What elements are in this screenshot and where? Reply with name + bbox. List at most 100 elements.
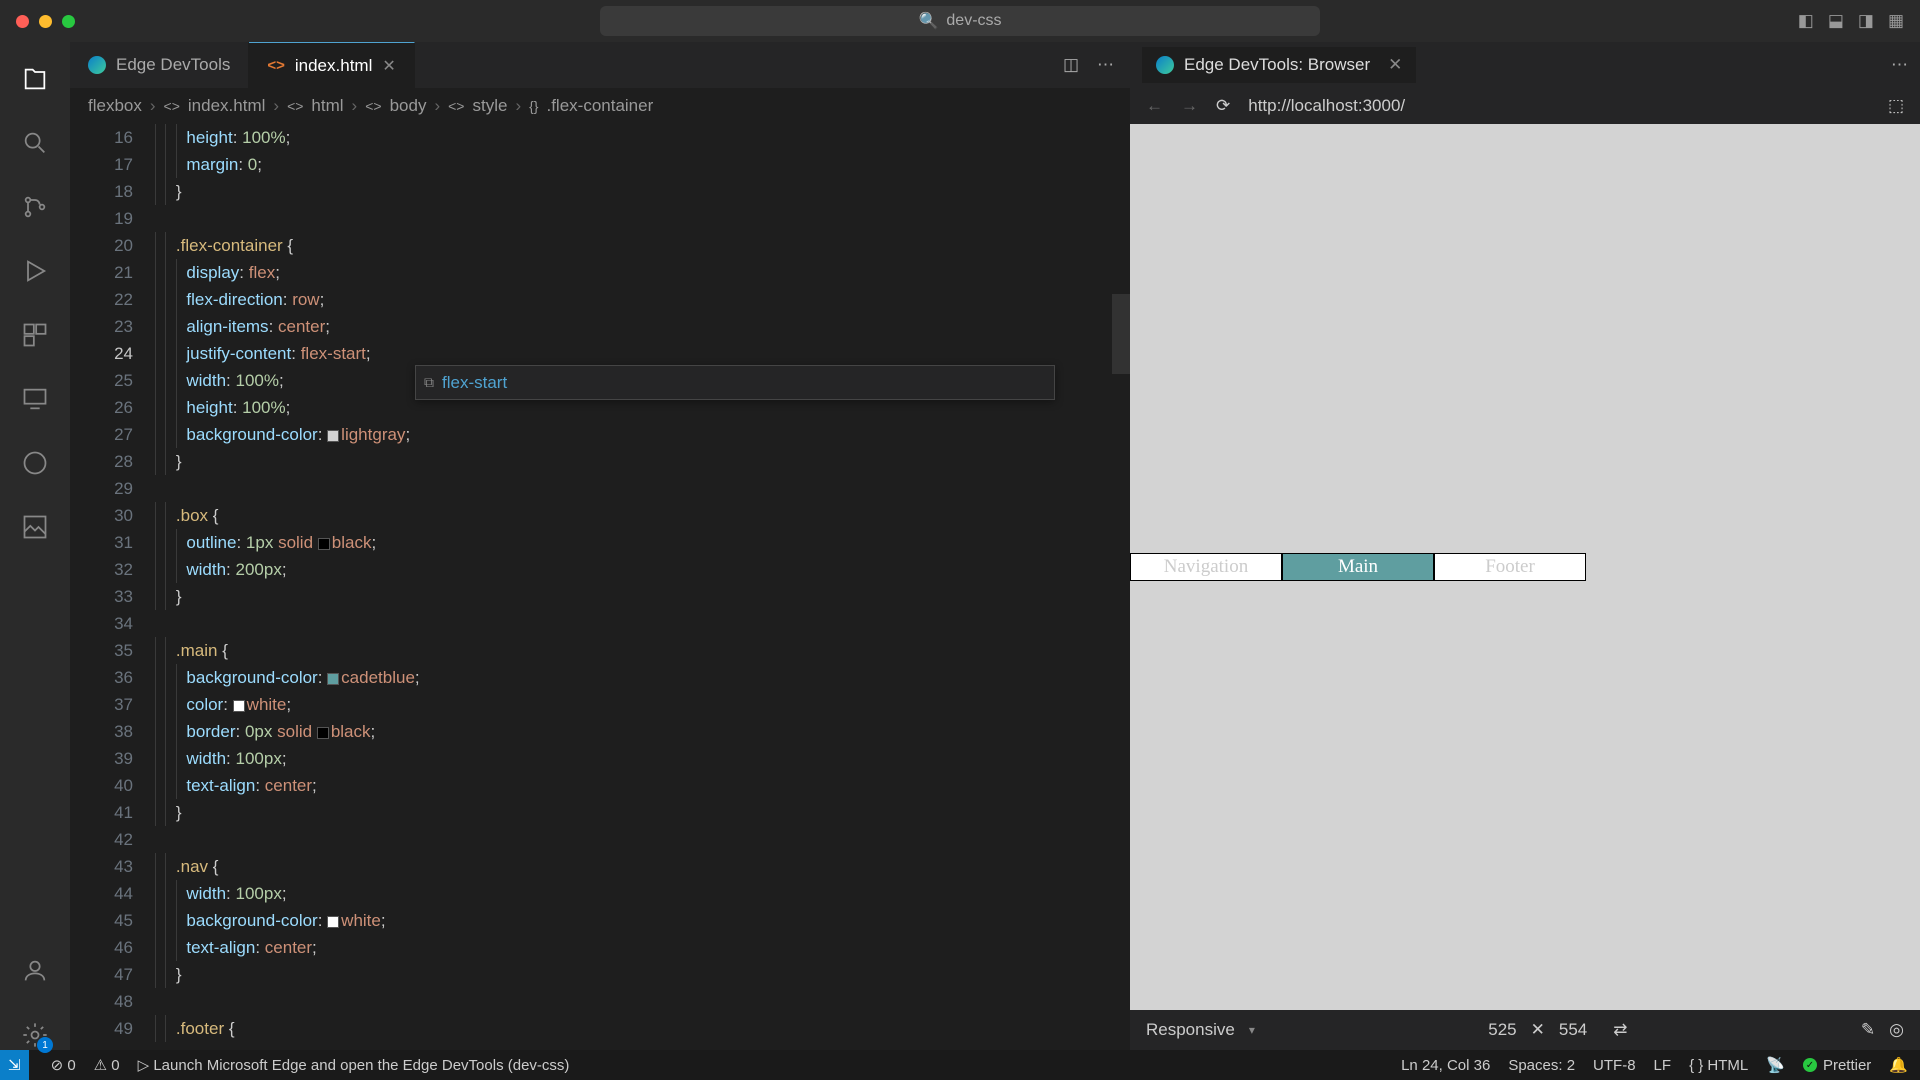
more-actions-icon[interactable]: ⋯ [1891,55,1908,75]
accounts-icon[interactable] [20,956,50,986]
code-line[interactable] [155,988,1130,1015]
notifications-icon[interactable]: 🔔 [1889,1056,1908,1074]
breadcrumb-item[interactable]: html [311,96,343,116]
edit-emulation-icon[interactable]: ✎ [1861,1020,1875,1040]
editor-tab[interactable]: <>index.html✕ [249,42,414,88]
code-line[interactable]: height: 100%; [155,124,1130,151]
encoding[interactable]: UTF-8 [1593,1057,1636,1074]
source-control-icon[interactable] [20,192,50,222]
code-line[interactable] [155,610,1130,637]
code-line[interactable]: display: flex; [155,259,1130,286]
code-line[interactable]: .flex-container { [155,232,1130,259]
code-line[interactable]: width: 200px; [155,556,1130,583]
code-line[interactable]: text-align: center; [155,772,1130,799]
toggle-secondary-sidebar-icon[interactable]: ◨ [1858,11,1874,31]
code-line[interactable]: align-items: center; [155,313,1130,340]
errors-count[interactable]: ⊘ 0 [51,1056,76,1074]
code-editor[interactable]: 1617181920212223242526272829303132333435… [70,124,1130,1050]
color-swatch[interactable] [327,916,339,928]
emulate-vision-icon[interactable]: ◎ [1889,1020,1904,1040]
color-swatch[interactable] [317,727,329,739]
command-center[interactable]: 🔍 dev-css [600,6,1320,36]
code-line[interactable]: } [155,799,1130,826]
more-actions-icon[interactable]: ⋯ [1097,55,1114,75]
breadcrumb-item[interactable]: flexbox [88,96,142,116]
warnings-count[interactable]: ⚠ 0 [94,1056,120,1074]
breadcrumb-item[interactable]: index.html [188,96,265,116]
code-line[interactable]: .footer { [155,1015,1130,1042]
launch-task[interactable]: ▷ Launch Microsoft Edge and open the Edg… [138,1056,570,1074]
rotate-icon[interactable]: ⇄ [1613,1020,1627,1040]
close-icon[interactable]: ✕ [1388,55,1402,75]
code-line[interactable]: .box { [155,502,1130,529]
browser-viewport[interactable]: Navigation Main Footer [1130,124,1920,1010]
minimize-window-icon[interactable] [39,15,52,28]
code-line[interactable]: outline: 1px solid black; [155,529,1130,556]
breadcrumb-item[interactable]: style [472,96,507,116]
language-mode[interactable]: { } HTML [1689,1057,1748,1074]
code-line[interactable]: background-color: white; [155,907,1130,934]
breadcrumb-item[interactable]: .flex-container [546,96,653,116]
code-line[interactable]: } [155,448,1130,475]
breadcrumb-item[interactable]: body [390,96,427,116]
close-icon[interactable]: ✕ [382,56,395,76]
editor-tab[interactable]: Edge DevTools [70,42,249,88]
maximize-window-icon[interactable] [62,15,75,28]
code-line[interactable]: width: 100px; [155,880,1130,907]
code-content[interactable]: height: 100%; margin: 0; } .flex-contain… [155,124,1130,1050]
code-line[interactable]: border: 0px solid black; [155,718,1130,745]
edge-tools-icon[interactable] [20,448,50,478]
code-line[interactable]: } [155,583,1130,610]
image-preview-icon[interactable] [20,512,50,542]
code-line[interactable]: flex-direction: row; [155,286,1130,313]
code-line[interactable]: width: 100px; [155,745,1130,772]
code-line[interactable]: } [155,961,1130,988]
prettier-status[interactable]: ✓Prettier [1803,1057,1871,1074]
code-line[interactable] [155,475,1130,502]
explorer-icon[interactable] [20,64,50,94]
url-field[interactable]: http://localhost:3000/ [1248,96,1870,116]
code-line[interactable]: .main { [155,637,1130,664]
reload-icon[interactable]: ⟳ [1216,96,1230,116]
eol[interactable]: LF [1654,1057,1672,1074]
code-line[interactable]: } [155,178,1130,205]
minimap-viewport[interactable] [1112,294,1130,374]
go-live[interactable]: 📡 [1766,1056,1785,1074]
browser-back-icon[interactable]: ← [1146,96,1163,116]
color-swatch[interactable] [233,700,245,712]
color-swatch[interactable] [327,673,339,685]
viewport-width[interactable]: 525 [1488,1020,1516,1040]
customize-layout-icon[interactable]: ▦ [1888,11,1904,31]
viewport-height[interactable]: 554 [1559,1020,1587,1040]
browser-tab[interactable]: Edge DevTools: Browser ✕ [1142,47,1416,83]
code-line[interactable] [155,205,1130,232]
remote-indicator[interactable]: ⇲ [0,1050,29,1080]
code-line[interactable]: justify-content: flex-start; [155,340,1130,367]
remote-explorer-icon[interactable] [20,384,50,414]
code-line[interactable]: margin: 0; [155,151,1130,178]
close-window-icon[interactable] [16,15,29,28]
browser-forward-icon[interactable]: → [1181,96,1198,116]
responsive-mode[interactable]: Responsive [1146,1020,1235,1040]
toggle-primary-sidebar-icon[interactable]: ◧ [1798,11,1814,31]
breadcrumb[interactable]: flexbox›<>index.html›<>html›<>body›<>sty… [70,88,1130,124]
toggle-panel-icon[interactable]: ⬓ [1828,11,1844,31]
intellisense-popup[interactable]: ⧉ flex-start [415,365,1055,400]
code-line[interactable]: background-color: cadetblue; [155,664,1130,691]
settings-icon[interactable]: 1 [20,1020,50,1050]
code-line[interactable]: background-color: lightgray; [155,421,1130,448]
code-line[interactable]: .nav { [155,853,1130,880]
inspect-icon[interactable]: ⬚ [1888,96,1904,116]
run-debug-icon[interactable] [20,256,50,286]
color-swatch[interactable] [318,538,330,550]
code-line[interactable]: color: white; [155,691,1130,718]
indentation[interactable]: Spaces: 2 [1508,1057,1575,1074]
extensions-icon[interactable] [20,320,50,350]
code-line[interactable] [155,826,1130,853]
split-editor-icon[interactable]: ◫ [1063,55,1079,75]
color-swatch[interactable] [327,430,339,442]
chevron-down-icon[interactable]: ▾ [1249,1023,1255,1037]
search-icon[interactable] [20,128,50,158]
cursor-position[interactable]: Ln 24, Col 36 [1401,1057,1490,1074]
code-line[interactable]: text-align: center; [155,934,1130,961]
